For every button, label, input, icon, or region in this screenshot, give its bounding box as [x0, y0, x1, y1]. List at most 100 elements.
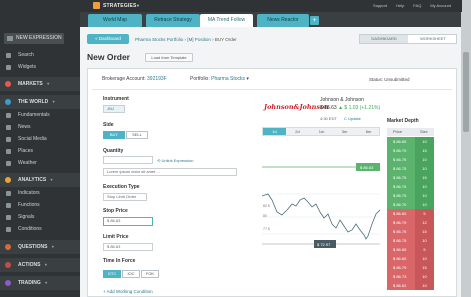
last-price-tag-label: $ 86.63: [360, 165, 374, 170]
top-link-help[interactable]: Help: [396, 3, 404, 8]
tab-news-reactor[interactable]: News Reactor: [257, 14, 309, 27]
market-depth-row[interactable]: $ 86.60 10: [387, 254, 434, 263]
depth-size: 15: [415, 227, 434, 236]
sidebar-item-signals[interactable]: Signals: [0, 212, 80, 223]
market-depth-row[interactable]: $ 86.79 12: [387, 218, 434, 227]
view-dashboard-button[interactable]: DASHBOARD: [360, 35, 408, 43]
breadcrumb: « Dashboard Pharma Stocks Portfolio › [M…: [87, 34, 457, 45]
market-depth-header: Price Size: [387, 128, 434, 136]
chart-tab-2d[interactable]: 2d: [286, 128, 309, 135]
market-depth-row[interactable]: $ 86.75 10: [387, 164, 434, 173]
market-depth-row[interactable]: $ 86.65 5: [387, 245, 434, 254]
tif-gtc-button[interactable]: GTC: [103, 270, 121, 278]
note-field[interactable]: Lorem ipsum dolor sit amet ...: [103, 168, 237, 176]
chart-tab-3m[interactable]: 3m: [333, 128, 356, 135]
markets-icon: [5, 81, 11, 87]
sidebar-item-label: Signals: [18, 214, 35, 220]
stop-price-field[interactable]: $ 86.63: [103, 217, 153, 226]
chart-tab-1d[interactable]: 1d: [263, 128, 286, 135]
top-link-support[interactable]: Support: [373, 3, 387, 8]
chevron-down-icon: ▾: [47, 81, 50, 86]
market-depth-row[interactable]: $ 86.70 15: [387, 146, 434, 155]
tab-world-map[interactable]: World Map: [88, 14, 142, 27]
execution-type-select[interactable]: Stop Limit Order: [103, 193, 147, 201]
sidebar-group-the-world[interactable]: THE WORLD ▾: [0, 95, 80, 109]
company-price: $ 86.63 ▲ $ 1.03 (+1.21%): [320, 105, 380, 111]
sidebar-item-places[interactable]: Places: [0, 146, 80, 157]
market-depth-row[interactable]: $ 86.70 10: [387, 200, 434, 209]
sidebar-item-functions[interactable]: Functions: [0, 200, 80, 211]
page-scrollbar[interactable]: [461, 12, 471, 297]
portfolio-value[interactable]: Pharma Stocks: [211, 76, 245, 82]
top-links: Support Help FAQ My Account: [373, 3, 451, 8]
top-bar: STRATEGIES ▼ Support Help FAQ My Account: [0, 0, 471, 12]
market-depth-title: Market Depth: [387, 118, 419, 124]
market-depth-row[interactable]: $ 86.75 15: [387, 227, 434, 236]
limit-price-field[interactable]: $ 86.63: [103, 243, 153, 251]
market-depth-row[interactable]: $ 86.62 10: [387, 281, 434, 290]
sidebar-item-news[interactable]: News: [0, 122, 80, 133]
dashboard-button[interactable]: « Dashboard: [87, 34, 129, 44]
scroll-thumb[interactable]: [463, 52, 469, 132]
sidebar-group-trading[interactable]: TRADING ▾: [0, 276, 80, 290]
sidebar-item-fundamentals[interactable]: Fundamentals: [0, 110, 80, 121]
sidebar-group-actions[interactable]: ACTIONS ▾: [0, 258, 80, 272]
sidebar-group-questions[interactable]: QUESTIONS ▾: [0, 240, 80, 254]
depth-price: $ 86.75: [387, 236, 415, 245]
sidebar-item-conditions[interactable]: Conditions: [0, 224, 80, 235]
sidebar-group-label: THE WORLD: [18, 99, 49, 105]
quantity-field[interactable]: [103, 156, 153, 164]
depth-size: 15: [415, 146, 434, 155]
portfolio-select[interactable]: Portfolio: Pharma Stocks ▾: [190, 76, 249, 82]
top-link-faq[interactable]: FAQ: [413, 3, 421, 8]
sidebar-group-analytics[interactable]: ANALYTICS ▾: [0, 173, 80, 187]
update-link[interactable]: C Update: [344, 116, 361, 121]
depth-price: $ 86.70: [387, 200, 415, 209]
sidebar-item-widgets[interactable]: Widgets: [0, 62, 80, 73]
view-worksheet-button[interactable]: WORKSHEET: [409, 35, 457, 43]
market-depth-row[interactable]: $ 86.79 15: [387, 263, 434, 272]
tif-ioc-button[interactable]: IOC: [122, 270, 140, 278]
add-working-condition-link[interactable]: + Add Working Condition: [103, 289, 153, 294]
brand-caret-icon[interactable]: ▼: [136, 3, 140, 8]
load-template-button[interactable]: Load from Template: [145, 53, 193, 62]
instrument-field[interactable]: JNJ: [103, 105, 125, 113]
market-depth-row[interactable]: $ 86.75 10: [387, 236, 434, 245]
divider: [92, 89, 452, 90]
market-depth-row[interactable]: $ 86.65 10: [387, 137, 434, 146]
tab-retrace-strategy[interactable]: Retrace Strategy: [146, 14, 200, 27]
top-link-account[interactable]: My Account: [430, 3, 451, 8]
market-depth-row[interactable]: $ 86.75 10: [387, 155, 434, 164]
add-tab-button[interactable]: +: [310, 16, 319, 25]
tif-fok-button[interactable]: FOK: [141, 270, 159, 278]
sidebar-group-markets[interactable]: MARKETS ▾: [0, 77, 80, 91]
brokerage-value[interactable]: 392193F: [147, 76, 167, 82]
chart-tab-6m[interactable]: 6m: [357, 128, 380, 135]
chevron-down-icon: ▾: [51, 244, 54, 249]
market-depth-row[interactable]: $ 86.75 10: [387, 191, 434, 200]
market-depth-row[interactable]: $ 86.60 5: [387, 209, 434, 218]
sidebar-item-weather[interactable]: Weather: [0, 158, 80, 169]
tab-ma-trend-follow[interactable]: MA Trend Follow: [200, 14, 253, 27]
sidebar-item-search[interactable]: Search: [0, 50, 80, 61]
side-sell-button[interactable]: SELL: [126, 131, 148, 139]
brokerage-account: Brokerage Account: 392193F: [102, 76, 167, 82]
sidebar-item-social-media[interactable]: Social Media: [0, 134, 80, 145]
breadcrumb-portfolio[interactable]: Pharma Stocks Portfolio: [135, 37, 183, 42]
sidebar-item-indicators[interactable]: Indicators: [0, 188, 80, 199]
market-depth-row[interactable]: $ 86.73 10: [387, 272, 434, 281]
last-price: $ 86.63: [320, 105, 337, 111]
side-buy-button[interactable]: BUY: [103, 131, 125, 139]
market-depth-row[interactable]: $ 86.75 10: [387, 182, 434, 191]
brand-name[interactable]: STRATEGIES: [103, 3, 137, 9]
chart-tab-1m[interactable]: 1m: [310, 128, 333, 135]
breadcrumb-position[interactable]: [M] Position: [187, 37, 211, 42]
view-toggle: DASHBOARD WORKSHEET: [359, 34, 457, 44]
depth-price: $ 86.75: [387, 164, 415, 173]
sidebar-item-label: Indicators: [18, 190, 40, 196]
new-expression-button[interactable]: NEW EXPRESSION: [4, 33, 64, 44]
column-header-size: Size: [420, 129, 428, 134]
column-header-price: Price: [393, 129, 403, 134]
market-depth-row[interactable]: $ 86.75 15: [387, 173, 434, 182]
unlink-expression-link[interactable]: ⟲ Unlink Expression: [157, 158, 194, 163]
